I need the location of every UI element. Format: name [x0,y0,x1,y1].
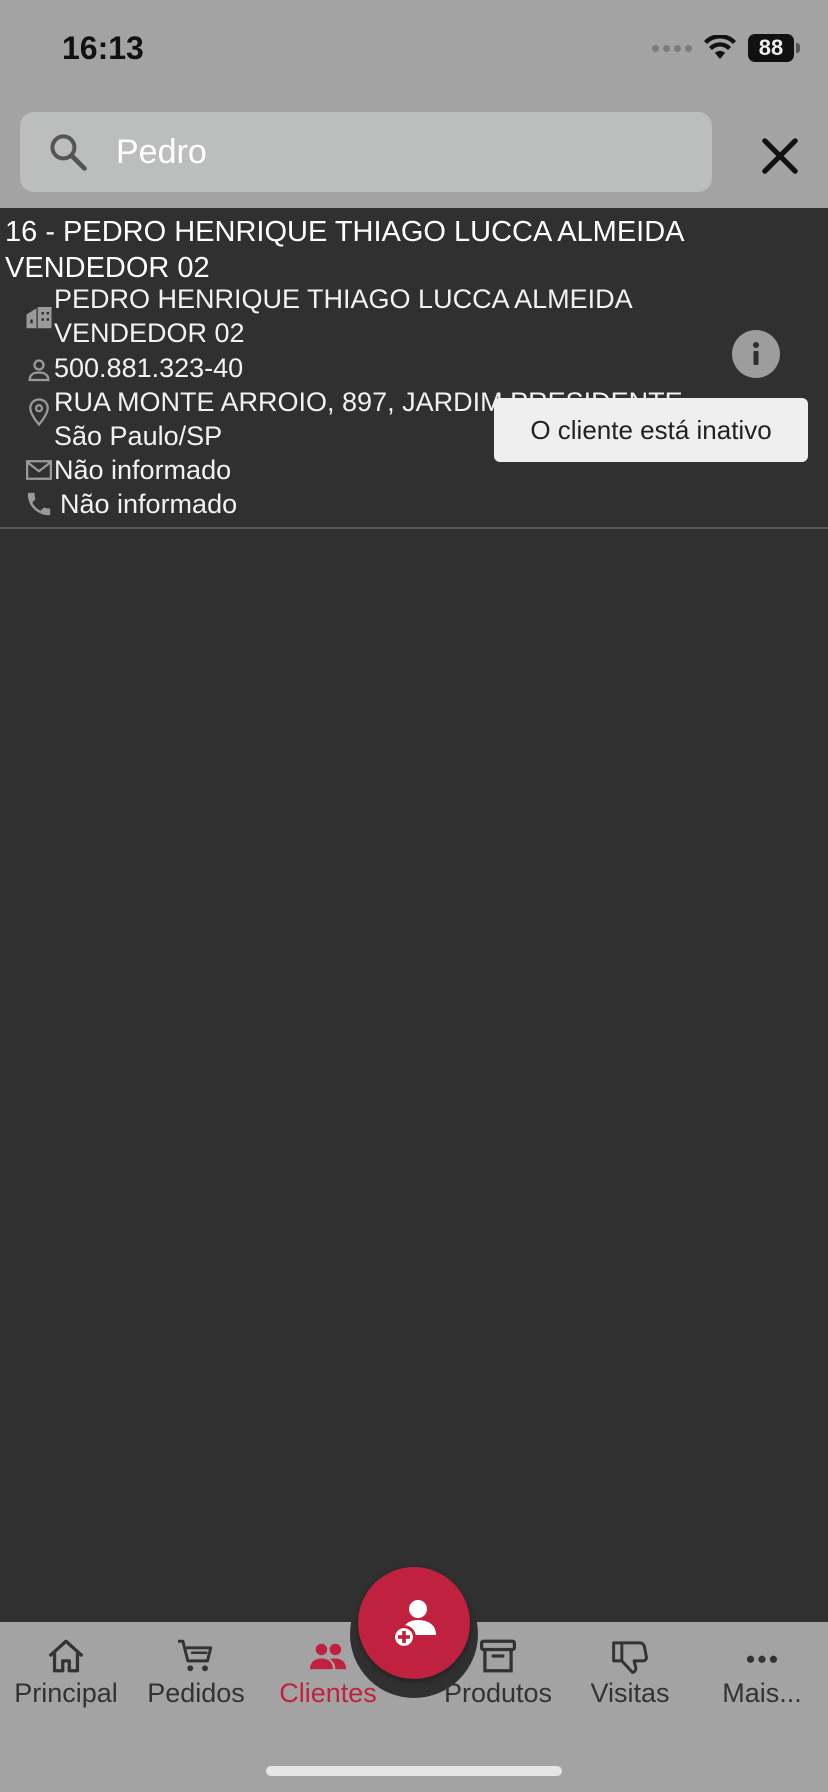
add-client-button[interactable] [358,1567,470,1679]
client-company-name: PEDRO HENRIQUE THIAGO LUCCA ALMEIDA VEND… [54,284,632,348]
nav-label: Visitas [590,1678,670,1708]
home-indicator [266,1766,562,1776]
client-list-item[interactable]: 16 - PEDRO HENRIQUE THIAGO LUCCA ALMEIDA… [0,208,828,529]
client-document: 500.881.323-40 [54,353,244,383]
nav-label: Produtos [443,1678,553,1708]
building-icon [26,307,52,329]
archive-box-icon [480,1639,516,1673]
search-input[interactable] [116,124,676,180]
person-outline-icon [28,359,50,382]
nav-label: Pedidos [147,1678,245,1708]
status-time: 16:13 [62,30,144,66]
nav-item-principal[interactable]: Principal [0,1638,132,1718]
nav-item-pedidos[interactable]: Pedidos [130,1638,262,1718]
nav-label: Clientes [279,1678,377,1708]
more-dots-icon [746,1655,778,1663]
inactive-status-tooltip: O cliente está inativo [494,398,808,462]
cart-icon [178,1639,213,1672]
cellular-signal-icon [652,44,692,52]
people-icon [310,1643,346,1670]
add-person-icon [392,1600,436,1649]
nav-item-visitas[interactable]: Visitas [564,1638,696,1718]
client-phone: Não informado [60,489,238,519]
close-icon[interactable] [754,130,806,182]
nav-label: Mais... [722,1678,802,1708]
location-pin-icon [29,398,49,427]
nav-item-mais[interactable]: Mais... [696,1638,828,1718]
nav-label: Principal [14,1678,118,1708]
thumbs-down-icon [612,1641,648,1674]
wifi-icon [704,35,736,59]
info-icon[interactable] [732,330,780,378]
search-bar[interactable] [20,112,712,192]
battery-indicator: 88 [748,34,800,62]
home-icon [48,1639,84,1673]
app-header: 16:13 88 [0,0,828,208]
client-title: 16 - PEDRO HENRIQUE THIAGO LUCCA ALMEIDA… [5,216,683,284]
phone-icon [27,492,51,516]
mail-icon [26,460,52,480]
status-icons: 88 [652,32,800,64]
search-icon [50,134,87,171]
